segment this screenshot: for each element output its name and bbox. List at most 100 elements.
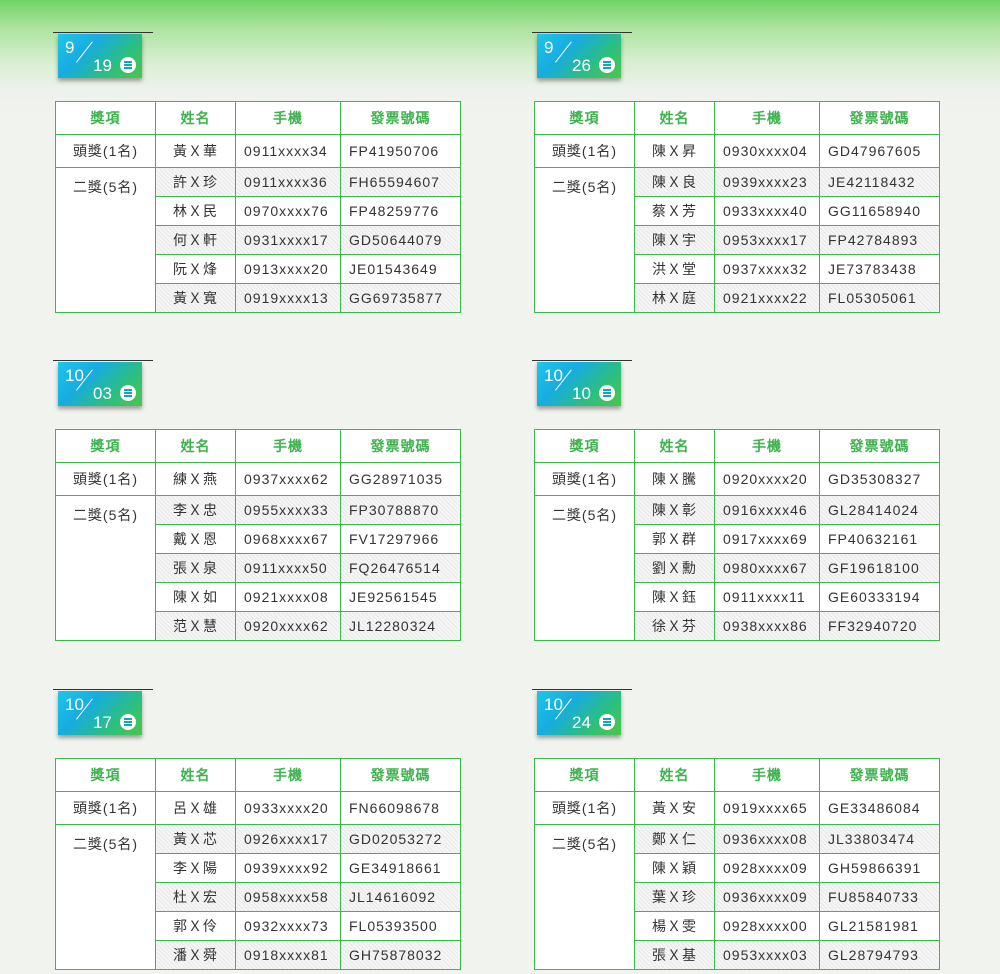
winner-invoice: GE60333194	[819, 582, 940, 612]
winner-invoice: GG69735877	[340, 283, 461, 313]
table-row: 二獎(5名) 陳Ｘ彰 0916xxxx46 GL28414024	[534, 495, 940, 641]
table-row: 二獎(5名) 陳Ｘ良 0939xxxx23 JE42118432	[534, 167, 940, 313]
winner-name: 陳Ｘ如	[155, 582, 236, 612]
winner-invoice: JE92561545	[340, 582, 461, 612]
winner-phone: 0933xxxx20	[235, 791, 341, 825]
winner-invoice: GF19618100	[819, 553, 940, 583]
winner-name: 許Ｘ珍	[155, 167, 236, 197]
winner-name: 林Ｘ庭	[634, 283, 715, 313]
winner-name: 呂Ｘ雄	[155, 791, 236, 825]
winner-name: 陳Ｘ騰	[634, 462, 715, 496]
date-badge-box: 10 10	[537, 362, 621, 406]
winner-phone: 0928xxxx00	[714, 911, 820, 941]
winner-name: 葉Ｘ珍	[634, 882, 715, 912]
table-row-first-prize: 頭獎(1名) 陳Ｘ騰 0920xxxx20 GD35308327	[534, 462, 940, 496]
table-header-row: 獎項 姓名 手機 發票號碼	[55, 101, 461, 135]
table-header-row: 獎項 姓名 手機 發票號碼	[534, 429, 940, 463]
second-prize-label: 二獎(5名)	[534, 824, 635, 970]
winner-phone: 0958xxxx58	[235, 882, 341, 912]
winner-name: 黃Ｘ芯	[155, 824, 236, 854]
winner-name: 張Ｘ泉	[155, 553, 236, 583]
date-month: 9	[544, 38, 554, 57]
winner-invoice: FQ26476514	[340, 553, 461, 583]
header-invoice: 發票號碼	[340, 429, 461, 463]
header-award: 獎項	[534, 101, 635, 135]
table-row-first-prize: 頭獎(1名) 黃Ｘ華 0911xxxx34 FP41950706	[55, 134, 461, 168]
table-row-first-prize: 頭獎(1名) 陳Ｘ昇 0930xxxx04 GD47967605	[534, 134, 940, 168]
winner-invoice: FN66098678	[340, 791, 461, 825]
winner-name: 阮Ｘ烽	[155, 254, 236, 284]
date-badge: 10 10	[532, 360, 632, 410]
winner-name: 劉Ｘ勳	[634, 553, 715, 583]
winner-invoice: GH59866391	[819, 853, 940, 883]
winner-invoice: FP41950706	[340, 134, 461, 168]
date-badge: 10 03	[53, 360, 153, 410]
winner-phone: 0980xxxx67	[714, 553, 820, 583]
winner-name: 鄭Ｘ仁	[634, 824, 715, 854]
weekday-three-icon	[599, 385, 615, 401]
winner-name: 徐Ｘ芬	[634, 611, 715, 641]
header-phone: 手機	[235, 101, 341, 135]
winner-invoice: GD35308327	[819, 462, 940, 496]
date-day: 24	[572, 713, 591, 732]
badge-divider	[532, 32, 632, 33]
badge-divider	[53, 360, 153, 361]
second-prize-label: 二獎(5名)	[55, 824, 156, 970]
header-award: 獎項	[55, 758, 156, 792]
header-invoice: 發票號碼	[819, 429, 940, 463]
header-phone: 手機	[714, 758, 820, 792]
first-prize-label: 頭獎(1名)	[534, 462, 635, 496]
winner-phone: 0928xxxx09	[714, 853, 820, 883]
table-row: 二獎(5名) 許Ｘ珍 0911xxxx36 FH65594607	[55, 167, 461, 313]
winner-name: 陳Ｘ彰	[634, 495, 715, 525]
winner-phone: 0937xxxx62	[235, 462, 341, 496]
header-name: 姓名	[155, 758, 236, 792]
date-badge: 10 17	[53, 689, 153, 739]
winner-invoice: GL28414024	[819, 495, 940, 525]
winner-invoice: FL05305061	[819, 283, 940, 313]
date-badge-box: 10 03	[58, 362, 142, 406]
header-phone: 手機	[714, 101, 820, 135]
winner-phone: 0913xxxx20	[235, 254, 341, 284]
header-invoice: 發票號碼	[340, 758, 461, 792]
winner-name: 陳Ｘ昇	[634, 134, 715, 168]
table-row: 二獎(5名) 鄭Ｘ仁 0936xxxx08 JL33803474	[534, 824, 940, 970]
date-badge: 9 26	[532, 32, 632, 82]
weekday-three-icon	[599, 714, 615, 730]
header-invoice: 發票號碼	[340, 101, 461, 135]
second-prize-label: 二獎(5名)	[55, 495, 156, 641]
winner-phone: 0932xxxx73	[235, 911, 341, 941]
winner-phone: 0939xxxx92	[235, 853, 341, 883]
header-award: 獎項	[55, 101, 156, 135]
winner-invoice: GG11658940	[819, 196, 940, 226]
winner-name: 何Ｘ軒	[155, 225, 236, 255]
winner-phone: 0916xxxx46	[714, 495, 820, 525]
winner-name: 陳Ｘ良	[634, 167, 715, 197]
winner-invoice: FU85840733	[819, 882, 940, 912]
header-name: 姓名	[634, 758, 715, 792]
winner-phone: 0970xxxx76	[235, 196, 341, 226]
winner-invoice: FV17297966	[340, 524, 461, 554]
table-header-row: 獎項 姓名 手機 發票號碼	[55, 429, 461, 463]
winner-invoice: GL21581981	[819, 911, 940, 941]
winner-invoice: FP48259776	[340, 196, 461, 226]
winners-table: 獎項 姓名 手機 發票號碼 頭獎(1名) 黃Ｘ華 0911xxxx34 FP41950706 二…	[55, 101, 461, 313]
second-prize-label: 二獎(5名)	[534, 495, 635, 641]
winner-name: 林Ｘ民	[155, 196, 236, 226]
winner-invoice: GD50644079	[340, 225, 461, 255]
first-prize-label: 頭獎(1名)	[55, 134, 156, 168]
weekday-three-icon	[120, 385, 136, 401]
weekday-three-icon	[599, 57, 615, 73]
winner-phone: 0926xxxx17	[235, 824, 341, 854]
winner-name: 練Ｘ燕	[155, 462, 236, 496]
table-header-row: 獎項 姓名 手機 發票號碼	[534, 758, 940, 792]
date-day: 03	[93, 384, 112, 403]
winner-invoice: GH75878032	[340, 940, 461, 970]
weekday-three-icon	[120, 714, 136, 730]
badge-divider	[532, 360, 632, 361]
winner-phone: 0917xxxx69	[714, 524, 820, 554]
winner-name: 郭Ｘ群	[634, 524, 715, 554]
winner-name: 杜Ｘ宏	[155, 882, 236, 912]
winner-phone: 0955xxxx33	[235, 495, 341, 525]
date-badge-box: 10 17	[58, 691, 142, 735]
